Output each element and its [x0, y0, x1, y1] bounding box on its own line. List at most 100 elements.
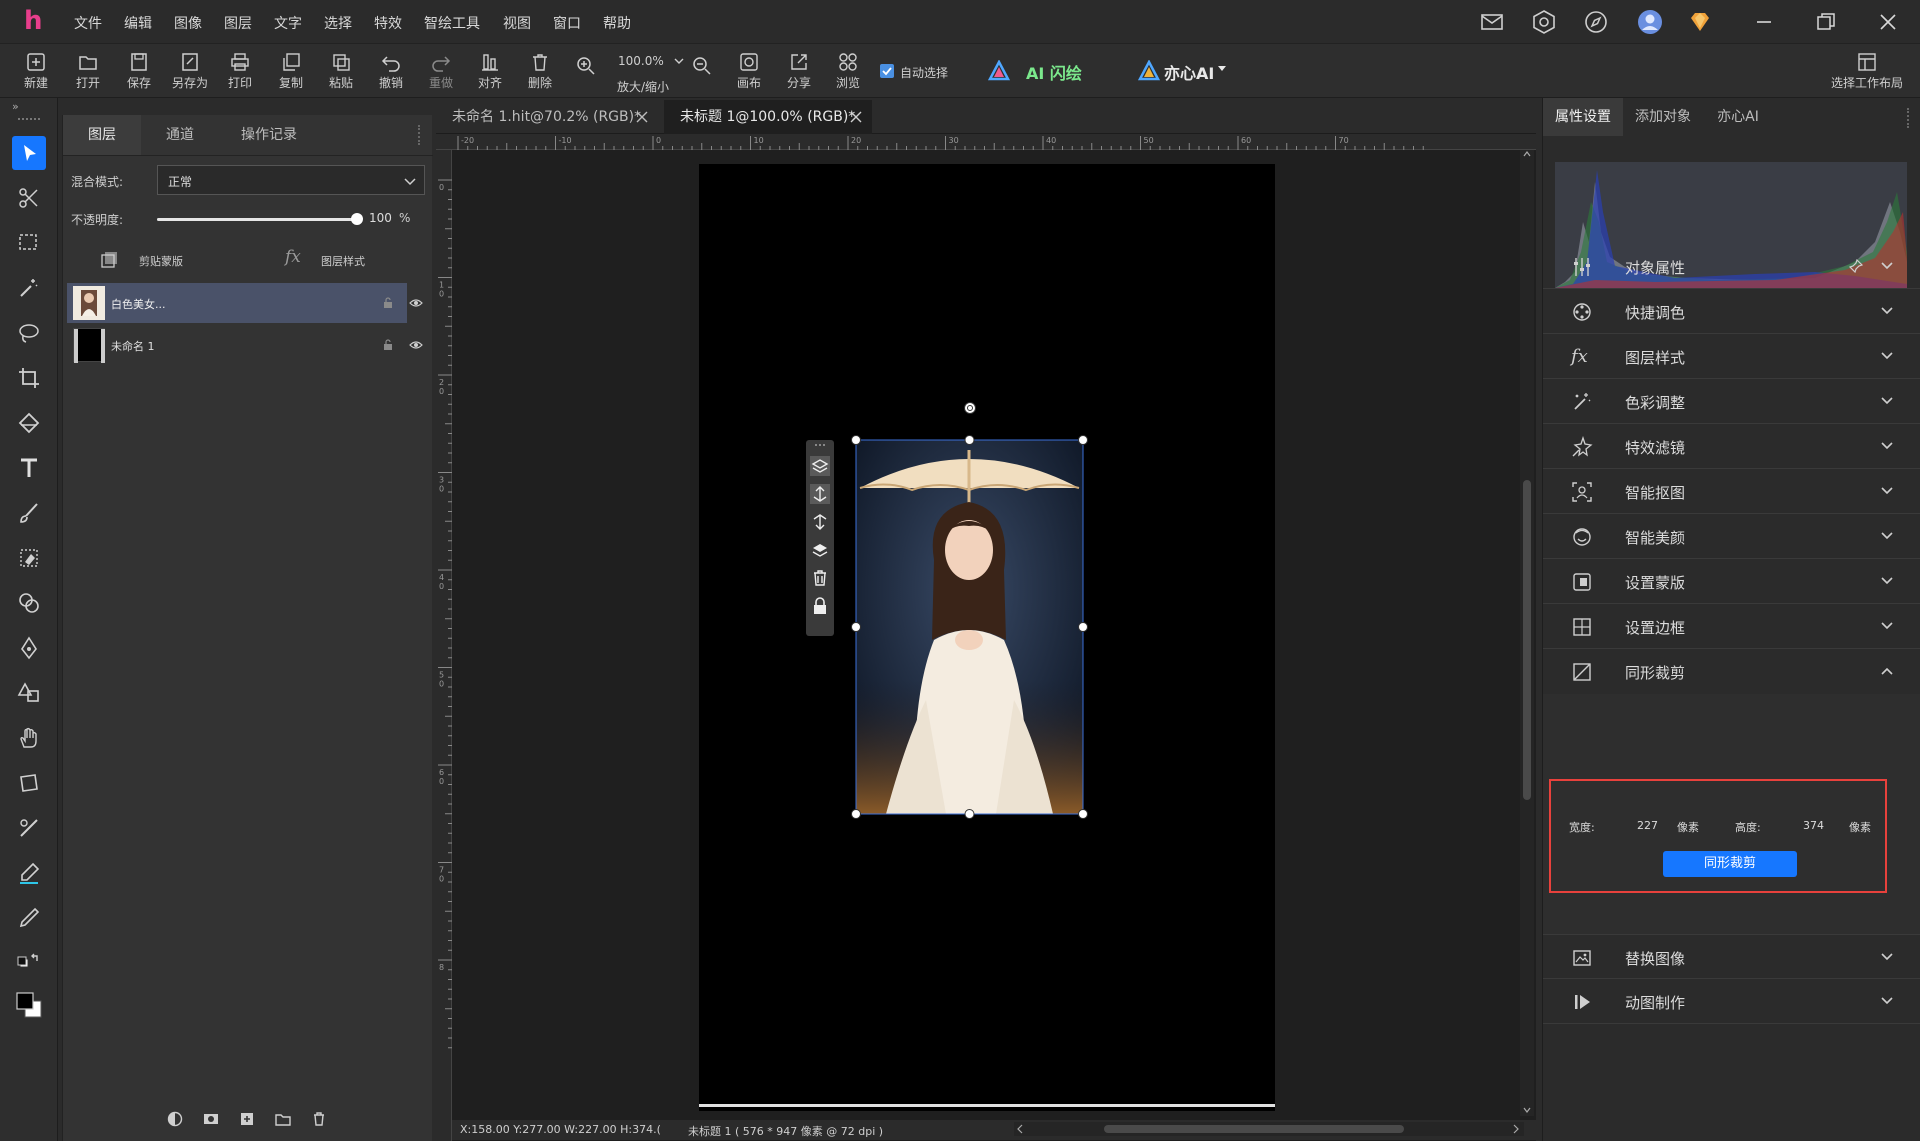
- avatar[interactable]: [1636, 8, 1664, 36]
- save-as-button[interactable]: 另存为: [165, 48, 215, 96]
- crop-width-value[interactable]: 227: [1637, 819, 1658, 832]
- menu-image[interactable]: 图像: [174, 13, 202, 33]
- zoom-dropdown-icon[interactable]: [674, 57, 684, 65]
- layer-image[interactable]: [856, 440, 1083, 814]
- menu-edit[interactable]: 编辑: [124, 13, 152, 33]
- lock-object-icon[interactable]: [810, 596, 830, 616]
- yixin-ai-dropdown-icon[interactable]: [1218, 66, 1226, 72]
- collapse-icon[interactable]: »: [12, 100, 19, 113]
- new-group-folder-icon[interactable]: [275, 1111, 291, 1127]
- tab-properties[interactable]: 属性设置: [1543, 98, 1623, 136]
- tab-channels[interactable]: 通道: [141, 115, 219, 155]
- hand-tool-icon[interactable]: [12, 721, 46, 755]
- zoom-value[interactable]: 100.0%: [618, 54, 664, 68]
- layer-up-icon[interactable]: [810, 456, 830, 476]
- shape-tool-icon[interactable]: [12, 676, 46, 710]
- layer-name[interactable]: 未命名 1: [111, 338, 155, 354]
- eyedropper-brush-tool-icon[interactable]: [12, 811, 46, 845]
- horizontal-scrollbar[interactable]: [1014, 1122, 1524, 1136]
- menu-smart-tools[interactable]: 智绘工具: [424, 13, 480, 33]
- section-smart-cutout[interactable]: 智能抠图: [1543, 469, 1920, 514]
- scroll-down-icon[interactable]: [1523, 1106, 1531, 1114]
- section-set-border[interactable]: 设置边框: [1543, 604, 1920, 649]
- save-button[interactable]: 保存: [114, 48, 164, 96]
- section-effect-filter[interactable]: 特效滤镜: [1543, 424, 1920, 469]
- compass-icon[interactable]: [1582, 8, 1610, 36]
- clip-mask-icon[interactable]: [101, 250, 119, 268]
- smart-select-tool-icon[interactable]: [12, 181, 46, 215]
- menu-select[interactable]: 选择: [324, 13, 352, 33]
- drag-handle[interactable]: [18, 118, 40, 121]
- redo-button[interactable]: 重做: [416, 48, 466, 96]
- section-set-mask[interactable]: 设置蒙版: [1543, 559, 1920, 604]
- auto-select-label[interactable]: 自动选择: [900, 64, 948, 81]
- visibility-eye-icon[interactable]: [409, 298, 423, 308]
- ai-draw-logo-icon[interactable]: [988, 60, 1010, 82]
- same-shape-crop-button[interactable]: 同形裁剪: [1663, 851, 1797, 877]
- yixin-ai-button[interactable]: 亦心AI: [1164, 60, 1214, 84]
- pen-tool-icon[interactable]: [12, 631, 46, 665]
- settings-icon[interactable]: [1530, 8, 1558, 36]
- ai-draw-button[interactable]: AI 闪绘: [1026, 60, 1082, 84]
- close-icon[interactable]: [1874, 8, 1902, 36]
- floating-toolbar-grip[interactable]: [815, 444, 825, 446]
- layer-down-icon[interactable]: [810, 540, 830, 560]
- doc-tab-1[interactable]: 未命名 1.hit@70.2% (RGB)*: [436, 100, 660, 134]
- auto-select-checkbox[interactable]: [880, 64, 894, 78]
- yixin-ai-logo-icon[interactable]: [1138, 60, 1160, 82]
- copy-button[interactable]: 复制: [266, 48, 316, 96]
- layer-row-2[interactable]: 未命名 1: [67, 325, 407, 365]
- blend-mode-select[interactable]: 正常: [157, 165, 425, 195]
- menu-effects[interactable]: 特效: [374, 13, 402, 33]
- color-swatch-icon[interactable]: [12, 988, 46, 1022]
- section-color-adjust[interactable]: 色彩调整: [1543, 379, 1920, 424]
- mail-icon[interactable]: [1478, 8, 1506, 36]
- crop-height-value[interactable]: 374: [1803, 819, 1824, 832]
- pin-icon[interactable]: [1849, 259, 1863, 273]
- trash-icon[interactable]: [810, 568, 830, 588]
- layer-row-1[interactable]: 白色美女...: [67, 283, 407, 323]
- adjustment-layer-icon[interactable]: [167, 1111, 183, 1127]
- section-same-shape-crop[interactable]: 同形裁剪: [1543, 649, 1920, 694]
- zoom-in-icon[interactable]: [576, 56, 596, 76]
- align-button[interactable]: 对齐: [465, 48, 515, 96]
- scroll-up-icon[interactable]: [1523, 150, 1531, 158]
- opacity-value[interactable]: 100: [369, 211, 392, 225]
- swap-colors-icon[interactable]: [12, 946, 46, 980]
- opacity-slider[interactable]: [157, 213, 363, 225]
- eraser-tool-icon[interactable]: [12, 541, 46, 575]
- new-button[interactable]: 新建: [11, 48, 61, 96]
- marquee-tool-icon[interactable]: [12, 226, 46, 260]
- restore-icon[interactable]: [1812, 8, 1840, 36]
- horizontal-scroll-thumb[interactable]: [1104, 1125, 1404, 1133]
- vertical-scroll-thumb[interactable]: [1523, 480, 1531, 800]
- layer-style-label[interactable]: 图层样式: [321, 253, 365, 269]
- clone-tool-icon[interactable]: [12, 586, 46, 620]
- section-replace-image[interactable]: 替换图像: [1543, 934, 1920, 979]
- magic-wand-tool-icon[interactable]: [12, 271, 46, 305]
- vip-gem-icon[interactable]: [1686, 8, 1714, 36]
- delete-layer-icon[interactable]: [311, 1111, 327, 1127]
- tab-history[interactable]: 操作记录: [219, 115, 319, 155]
- brush-tool-icon[interactable]: [12, 496, 46, 530]
- section-quick-color[interactable]: 快捷调色: [1543, 289, 1920, 334]
- paste-button[interactable]: 粘贴: [316, 48, 366, 96]
- tab-add-object[interactable]: 添加对象: [1623, 98, 1703, 136]
- menu-view[interactable]: 视图: [503, 13, 531, 33]
- fx-icon[interactable]: fx: [285, 247, 301, 267]
- browse-button[interactable]: 浏览: [823, 48, 873, 96]
- visibility-eye-icon[interactable]: [409, 340, 423, 350]
- undo-button[interactable]: 撤销: [366, 48, 416, 96]
- scroll-left-icon[interactable]: [1016, 1124, 1024, 1134]
- move-up-icon[interactable]: [810, 484, 830, 504]
- new-layer-icon[interactable]: [239, 1111, 255, 1127]
- close-tab-icon[interactable]: [850, 111, 862, 123]
- section-animation[interactable]: 动图制作: [1543, 979, 1920, 1024]
- workspace-layout-button[interactable]: 选择工作布局: [1822, 48, 1912, 91]
- move-tool-icon[interactable]: [12, 136, 46, 170]
- section-layer-style[interactable]: fx 图层样式: [1543, 334, 1920, 379]
- panel-grip[interactable]: [1907, 108, 1911, 128]
- share-button[interactable]: 分享: [774, 48, 824, 96]
- tab-yixin-ai[interactable]: 亦心AI: [1703, 98, 1773, 136]
- doc-tab-2[interactable]: 未标题 1@100.0% (RGB)*: [664, 100, 872, 134]
